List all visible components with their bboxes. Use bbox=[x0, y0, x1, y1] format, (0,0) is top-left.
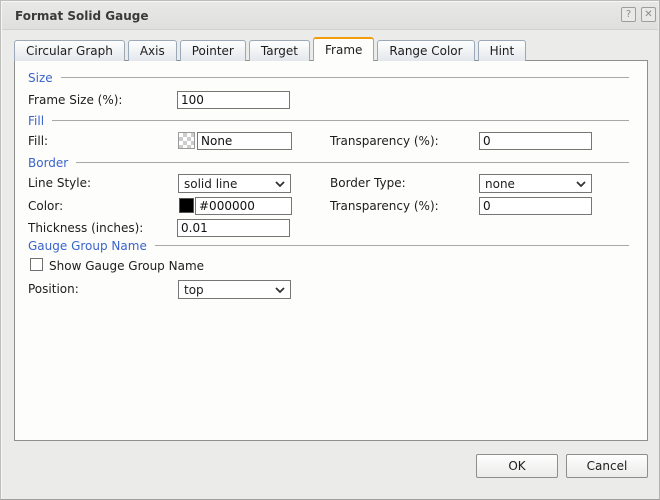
gauge-group-name-section-header: Gauge Group Name bbox=[28, 238, 629, 253]
tab-range-color[interactable]: Range Color bbox=[377, 40, 475, 61]
frame-tab-panel: Size Frame Size (%): Fill Fill: Transpar… bbox=[14, 60, 648, 441]
help-icon[interactable]: ? bbox=[621, 7, 636, 22]
border-section-title: Border bbox=[28, 155, 69, 170]
border-type-value: none bbox=[485, 176, 515, 191]
border-transparency-input[interactable] bbox=[479, 197, 592, 215]
thickness-row: Thickness (inches): bbox=[15, 219, 647, 237]
show-gauge-group-name-row: Show Gauge Group Name bbox=[15, 257, 647, 275]
fill-section-title: Fill bbox=[28, 113, 45, 128]
show-gauge-group-name-checkbox[interactable] bbox=[30, 258, 43, 271]
section-divider bbox=[60, 76, 629, 79]
tab-bar: Circular Graph Axis Pointer Target Frame… bbox=[14, 37, 651, 61]
border-transparency-label: Transparency (%): bbox=[330, 199, 439, 213]
thickness-label: Thickness (inches): bbox=[28, 221, 144, 235]
show-gauge-group-name-label: Show Gauge Group Name bbox=[49, 259, 205, 273]
fill-row: Fill: Transparency (%): bbox=[15, 132, 647, 150]
fill-input[interactable] bbox=[197, 132, 292, 150]
tab-circular-graph[interactable]: Circular Graph bbox=[14, 40, 125, 61]
color-input[interactable] bbox=[195, 197, 292, 215]
tab-target[interactable]: Target bbox=[248, 40, 310, 61]
position-row: Position: top bbox=[15, 280, 647, 299]
section-divider bbox=[154, 244, 629, 247]
border-section-header: Border bbox=[28, 155, 629, 170]
frame-size-input[interactable] bbox=[177, 91, 290, 109]
ok-button[interactable]: OK bbox=[476, 454, 558, 478]
line-style-select[interactable]: solid line bbox=[178, 174, 291, 193]
border-type-label: Border Type: bbox=[330, 176, 406, 190]
frame-size-row: Frame Size (%): bbox=[15, 91, 647, 109]
chevron-down-icon bbox=[576, 180, 586, 187]
tab-axis[interactable]: Axis bbox=[127, 40, 177, 61]
line-style-value: solid line bbox=[184, 176, 238, 191]
tab-hint[interactable]: Hint bbox=[477, 40, 527, 61]
fill-transparency-label: Transparency (%): bbox=[330, 134, 439, 148]
chevron-down-icon bbox=[275, 286, 285, 293]
line-style-row: Line Style: solid line Border Type: none bbox=[15, 174, 647, 193]
line-style-label: Line Style: bbox=[28, 176, 92, 190]
cancel-button[interactable]: Cancel bbox=[566, 454, 648, 478]
position-select[interactable]: top bbox=[178, 280, 291, 299]
fill-section-header: Fill bbox=[28, 113, 629, 128]
section-divider bbox=[76, 161, 629, 164]
section-divider bbox=[52, 119, 629, 122]
color-swatch[interactable] bbox=[179, 198, 194, 213]
chevron-down-icon bbox=[275, 180, 285, 187]
gauge-group-name-section-title: Gauge Group Name bbox=[28, 238, 147, 253]
frame-size-label: Frame Size (%): bbox=[28, 93, 123, 107]
format-solid-gauge-dialog: Format Solid Gauge ? ✕ Circular Graph Ax… bbox=[0, 0, 660, 500]
fill-label: Fill: bbox=[28, 134, 49, 148]
dialog-titlebar: Format Solid Gauge ? ✕ bbox=[2, 2, 658, 30]
tab-frame[interactable]: Frame bbox=[313, 37, 375, 61]
position-label: Position: bbox=[28, 282, 79, 296]
color-label: Color: bbox=[28, 199, 64, 213]
tab-pointer[interactable]: Pointer bbox=[179, 40, 246, 61]
position-value: top bbox=[184, 282, 204, 297]
size-section-header: Size bbox=[28, 70, 629, 85]
size-section-title: Size bbox=[28, 70, 53, 85]
border-color-row: Color: Transparency (%): bbox=[15, 197, 647, 215]
dialog-title: Format Solid Gauge bbox=[15, 9, 149, 23]
fill-none-swatch[interactable] bbox=[178, 132, 195, 149]
fill-transparency-input[interactable] bbox=[479, 132, 592, 150]
thickness-input[interactable] bbox=[177, 219, 290, 237]
close-icon[interactable]: ✕ bbox=[641, 7, 656, 22]
border-type-select[interactable]: none bbox=[479, 174, 592, 193]
